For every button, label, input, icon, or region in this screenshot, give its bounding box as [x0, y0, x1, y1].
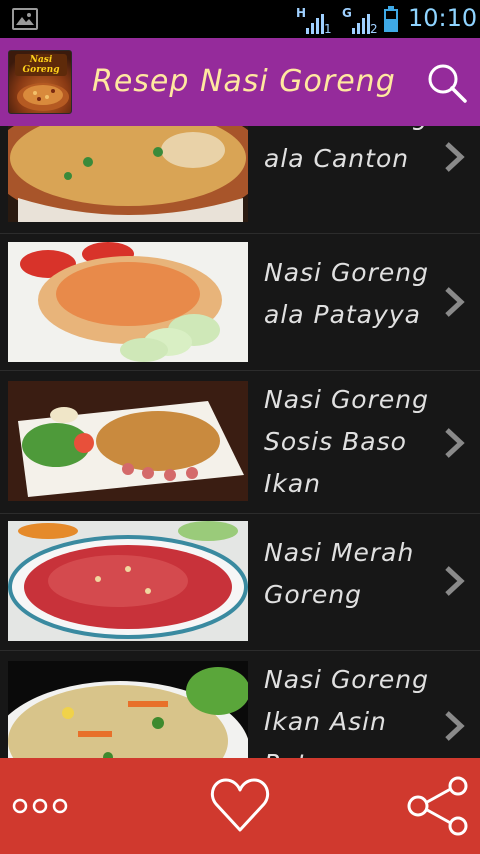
network-type-label: G — [342, 6, 352, 20]
more-dots-icon — [12, 798, 68, 814]
chevron-right-icon — [445, 142, 465, 172]
recipe-list-item[interactable]: Nasi Goreng ala Patayya — [0, 234, 480, 371]
search-icon — [428, 64, 467, 103]
action-bar: Nasi Goreng Resep Nasi Goreng — [0, 38, 480, 126]
recipe-thumbnail — [8, 521, 248, 641]
recipe-thumbnail — [8, 661, 248, 758]
bottom-action-bar — [0, 758, 480, 854]
share-button[interactable] — [404, 776, 472, 836]
chevron-right-icon — [445, 287, 465, 317]
status-bar: H 1 G 2 10:10 — [0, 0, 480, 38]
status-clock: 10:10 — [408, 4, 478, 32]
recipe-thumbnail — [8, 126, 248, 222]
favorite-button[interactable] — [208, 776, 272, 836]
sim-index-label: 1 — [324, 22, 332, 36]
chevron-right-icon — [445, 428, 465, 458]
fried-rice-image — [17, 83, 69, 111]
recipe-list-item[interactable]: Nasi Goreng Ikan Asin Pete — [0, 651, 480, 758]
recipe-thumbnail — [8, 381, 248, 501]
recipe-title: Nasi Goreng ala Patayya — [264, 258, 429, 329]
battery-icon — [384, 6, 398, 32]
recipe-title: Nasi Goreng Ikan Asin Pete — [264, 665, 429, 758]
chevron-right-icon — [445, 566, 465, 596]
page-title: Resep Nasi Goreng — [92, 64, 396, 99]
recipe-title: Nasi Merah Goreng — [264, 538, 415, 609]
chevron-right-icon — [445, 711, 465, 741]
app-icon[interactable]: Nasi Goreng — [8, 50, 72, 114]
share-icon — [407, 776, 468, 836]
recipe-thumbnail — [8, 242, 248, 362]
sim-index-label: 2 — [370, 22, 378, 36]
recipe-list-item[interactable]: Nasi Merah Goreng — [0, 514, 480, 651]
recipe-list-item[interactable]: Nasi Goreng ala Canton — [0, 126, 480, 234]
signal-bars-icon — [306, 14, 324, 34]
search-button[interactable] — [424, 60, 470, 106]
signal-bars-icon — [352, 14, 370, 34]
heart-icon — [210, 778, 270, 832]
recipe-title: Nasi Goreng ala Canton — [264, 126, 428, 173]
more-button[interactable] — [10, 776, 74, 836]
network-type-label: H — [296, 6, 307, 20]
recipe-title: Nasi Goreng Sosis Baso Ikan — [264, 385, 429, 498]
recipe-list-item[interactable]: Nasi Goreng Sosis Baso Ikan — [0, 371, 480, 514]
recipe-list[interactable]: Nasi Goreng ala Canton Nasi Goreng ala P… — [0, 126, 480, 758]
gallery-notification-icon — [12, 8, 38, 30]
